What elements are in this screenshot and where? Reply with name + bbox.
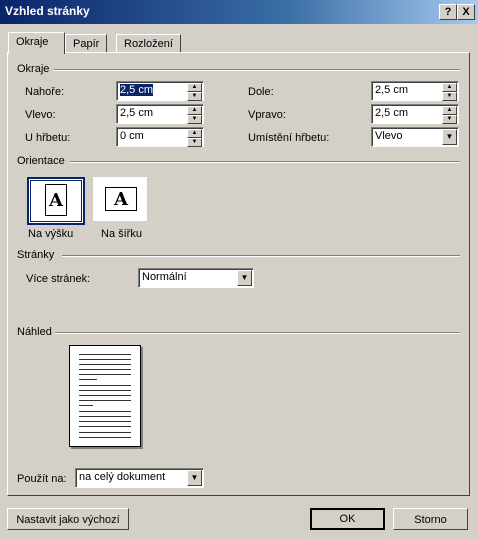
right-margin-label: Vpravo: bbox=[248, 109, 286, 121]
portrait-label: Na výšku bbox=[28, 228, 74, 240]
dropdown-arrow-icon[interactable]: ▼ bbox=[237, 270, 252, 286]
apply-to-select[interactable]: na celý dokument ▼ bbox=[75, 468, 204, 488]
left-margin-spinner[interactable]: 2,5 cm ▲ ▼ bbox=[116, 104, 204, 124]
landscape-glyph: A bbox=[114, 189, 128, 210]
window-title: Vzhled stránky bbox=[5, 4, 90, 18]
preview-line bbox=[79, 426, 131, 427]
preview-line bbox=[79, 416, 131, 417]
gutter-label: U hřbetu: bbox=[25, 132, 71, 144]
top-margin-label: Nahoře: bbox=[25, 86, 65, 98]
title-bar: Vzhled stránky ? X bbox=[0, 0, 478, 24]
dropdown-arrow-icon[interactable]: ▼ bbox=[187, 470, 202, 486]
tab-papir[interactable]: Papír bbox=[65, 34, 107, 53]
spin-down-icon[interactable]: ▼ bbox=[442, 92, 457, 101]
top-margin-spinner[interactable]: 2,5 cm ▲ ▼ bbox=[116, 81, 204, 101]
spin-up-icon[interactable]: ▲ bbox=[442, 83, 457, 92]
landscape-option[interactable]: A bbox=[93, 177, 147, 221]
spin-down-icon[interactable]: ▼ bbox=[187, 92, 202, 101]
multiple-pages-label: Více stránek: bbox=[26, 273, 91, 285]
orientation-separator bbox=[70, 161, 460, 163]
ok-button[interactable]: OK bbox=[310, 508, 385, 530]
spin-up-icon[interactable]: ▲ bbox=[187, 106, 202, 115]
portrait-option[interactable]: A bbox=[27, 177, 85, 225]
top-margin-value[interactable]: 2,5 cm bbox=[120, 84, 154, 96]
preview-line bbox=[79, 432, 131, 433]
close-button[interactable]: X bbox=[457, 4, 475, 20]
left-margin-value[interactable]: 2,5 cm bbox=[120, 107, 153, 119]
gutter-value[interactable]: 0 cm bbox=[120, 130, 144, 142]
margins-section-label: Okraje bbox=[17, 63, 50, 75]
preview-line bbox=[79, 374, 131, 375]
preview-line bbox=[79, 364, 131, 365]
right-margin-value[interactable]: 2,5 cm bbox=[375, 107, 408, 119]
right-margin-spinner[interactable]: 2,5 cm ▲ ▼ bbox=[371, 104, 459, 124]
preview-line bbox=[79, 354, 131, 355]
landscape-label: Na šířku bbox=[101, 228, 142, 240]
apply-to-value: na celý dokument bbox=[79, 471, 166, 483]
pages-separator bbox=[62, 255, 460, 257]
tab-rozlozeni[interactable]: Rozložení bbox=[116, 34, 181, 53]
preview-line bbox=[79, 421, 131, 422]
gutter-position-select[interactable]: Vlevo ▼ bbox=[371, 127, 459, 147]
landscape-page-icon: A bbox=[105, 187, 137, 211]
bottom-margin-label: Dole: bbox=[248, 86, 274, 98]
gutter-spinner[interactable]: 0 cm ▲ ▼ bbox=[116, 127, 204, 147]
cancel-button[interactable]: Storno bbox=[393, 508, 468, 530]
spin-up-icon[interactable]: ▲ bbox=[187, 129, 202, 138]
preview-line bbox=[79, 369, 131, 370]
spin-down-icon[interactable]: ▼ bbox=[187, 138, 202, 147]
preview-section-label: Náhled bbox=[17, 326, 52, 338]
gutter-position-label: Umístění hřbetu: bbox=[248, 132, 330, 144]
dropdown-arrow-icon[interactable]: ▼ bbox=[442, 129, 457, 145]
preview-line bbox=[79, 411, 131, 412]
preview-line bbox=[79, 359, 131, 360]
pages-section-label: Stránky bbox=[17, 249, 55, 261]
multiple-pages-select[interactable]: Normální ▼ bbox=[138, 268, 254, 288]
spin-down-icon[interactable]: ▼ bbox=[187, 115, 202, 124]
spin-up-icon[interactable]: ▲ bbox=[187, 83, 202, 92]
page-preview bbox=[69, 345, 141, 447]
preview-line bbox=[79, 395, 131, 396]
gutter-position-value: Vlevo bbox=[375, 130, 403, 142]
preview-line bbox=[79, 405, 93, 406]
tab-okraje[interactable]: Okraje bbox=[8, 32, 65, 54]
spin-up-icon[interactable]: ▲ bbox=[442, 106, 457, 115]
bottom-margin-value[interactable]: 2,5 cm bbox=[375, 84, 408, 96]
portrait-glyph: A bbox=[49, 190, 63, 211]
preview-line bbox=[79, 385, 131, 386]
preview-separator bbox=[55, 332, 460, 334]
set-default-button[interactable]: Nastavit jako výchozí bbox=[7, 508, 129, 530]
preview-line bbox=[79, 400, 131, 401]
multiple-pages-value: Normální bbox=[142, 271, 187, 283]
portrait-page-icon: A bbox=[45, 184, 67, 216]
orientation-section-label: Orientace bbox=[17, 155, 65, 167]
preview-line bbox=[79, 437, 131, 438]
spin-down-icon[interactable]: ▼ bbox=[442, 115, 457, 124]
margins-separator bbox=[54, 69, 460, 71]
apply-to-label: Použít na: bbox=[17, 473, 67, 485]
help-button[interactable]: ? bbox=[439, 4, 457, 20]
left-margin-label: Vlevo: bbox=[25, 109, 56, 121]
preview-line bbox=[79, 379, 97, 380]
preview-line bbox=[79, 390, 131, 391]
bottom-margin-spinner[interactable]: 2,5 cm ▲ ▼ bbox=[371, 81, 459, 101]
